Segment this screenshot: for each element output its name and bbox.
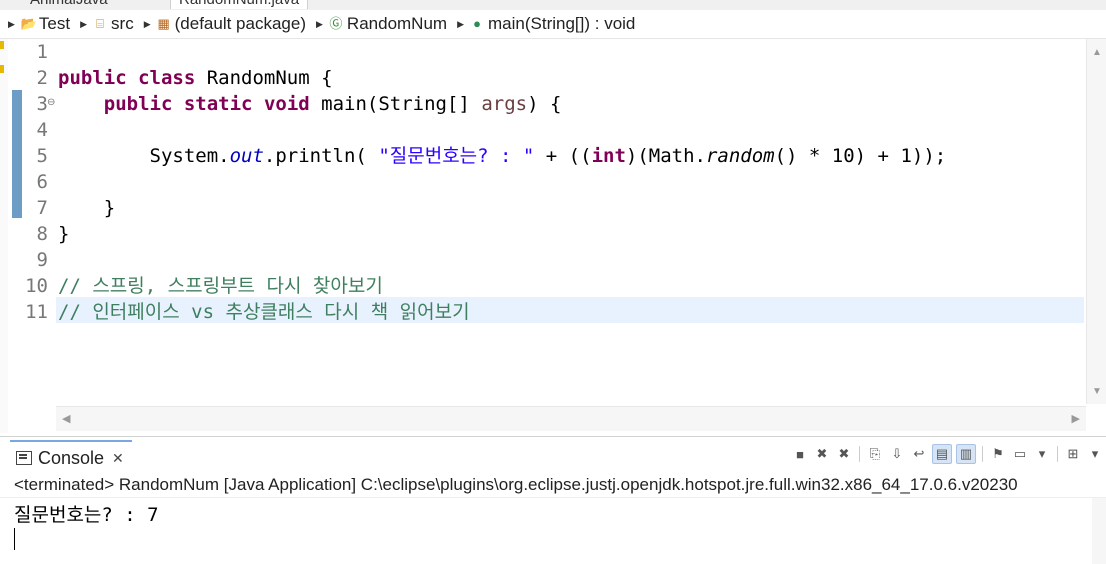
open-console-icon[interactable]: ⊞ <box>1064 445 1082 463</box>
display-console-icon[interactable]: ▭ <box>1011 445 1029 463</box>
code-line-10: // 스프링, 스프링부트 다시 찾아보기 <box>58 275 383 297</box>
breadcrumb-label: (default package) <box>174 14 306 33</box>
text-caret <box>14 528 15 550</box>
breadcrumb-label: src <box>111 14 134 33</box>
clear-console-icon[interactable]: ⎘ <box>866 445 884 463</box>
scroll-left-icon[interactable]: ◀ <box>62 412 70 425</box>
scroll-up-icon[interactable]: ▲ <box>1092 47 1102 58</box>
editor-tab-strip: AnimalJava RandomNum.java <box>0 0 1106 10</box>
console-tab-label: Console <box>38 447 105 468</box>
code-line-11: // 인터페이스 vs 추상클래스 다시 책 읽어보기 <box>58 301 470 323</box>
fold-collapse-icon[interactable]: ⊖ <box>47 97 55 108</box>
code-line-8: } <box>58 223 70 245</box>
view-menu-icon[interactable]: ▾ <box>1086 445 1104 463</box>
code-line-2: public class RandomNum { <box>58 67 333 89</box>
breadcrumb-item-package[interactable]: ▶ ▦ (default package) <box>140 14 306 34</box>
breadcrumb-label: Test <box>38 14 71 33</box>
source-folder-icon: ⌸ <box>96 16 104 31</box>
chevron-right-icon: ▶ <box>80 18 88 29</box>
code-line-7: } <box>103 197 116 219</box>
console-output[interactable]: 질문번호는? : 7 <box>0 498 1106 564</box>
console-vertical-scrollbar[interactable] <box>1092 498 1106 564</box>
close-icon[interactable]: ✕ <box>112 450 124 467</box>
pin-console-icon[interactable]: ⚑ <box>989 445 1007 463</box>
method-icon: ● <box>473 16 481 31</box>
project-icon: 📂 <box>20 16 38 31</box>
tab-console[interactable]: Console ✕ <box>10 440 132 474</box>
editor-vertical-scrollbar[interactable]: ▲ ▼ <box>1086 39 1106 404</box>
line-number: 6 <box>36 171 48 193</box>
line-number: 1 <box>36 41 48 63</box>
tab-animal-java[interactable]: AnimalJava <box>30 0 108 9</box>
breadcrumb: ▶ 📂 Test ▶ ⌸ src ▶ ▦ (default package) ▶… <box>0 10 1106 39</box>
chevron-right-icon: ▶ <box>8 18 15 29</box>
show-on-stdout-icon[interactable]: ▤ <box>932 444 952 464</box>
breadcrumb-label: RandomNum <box>346 14 448 33</box>
chevron-right-icon: ▶ <box>143 18 151 29</box>
breadcrumb-item-method[interactable]: ▶ ● main(String[]) : void <box>453 14 635 34</box>
console-process-label: <terminated> RandomNum [Java Application… <box>0 473 1106 498</box>
scroll-down-icon[interactable]: ▼ <box>1092 386 1102 397</box>
package-icon: ▦ <box>157 16 170 31</box>
remove-all-terminated-icon[interactable]: ✖ <box>835 445 853 463</box>
class-icon: Ⓖ <box>329 16 343 31</box>
chevron-right-icon: ▶ <box>457 18 464 29</box>
line-number: 7 <box>36 197 48 219</box>
line-number: 9 <box>36 249 48 271</box>
terminate-icon[interactable]: ■ <box>791 445 809 463</box>
line-number: 10 <box>25 275 48 297</box>
console-header: Console ✕ ■ ✖ ✖ ⎘ ⇩ ↩ ▤ ▥ ⚑ ▭ ▾ ⊞ ▾ <box>0 436 1106 474</box>
word-wrap-icon[interactable]: ↩ <box>910 445 928 463</box>
console-output-line: 질문번호는? : 7 <box>14 504 159 526</box>
breadcrumb-label: main(String[]) : void <box>488 14 636 33</box>
breadcrumb-item-project[interactable]: ▶ 📂 Test <box>4 14 70 34</box>
console-icon <box>16 451 32 465</box>
code-line-3: public static void main(String[] args) { <box>103 93 562 115</box>
line-number: 3 <box>36 93 48 115</box>
scroll-right-icon[interactable]: ▶ <box>1072 412 1080 425</box>
editor-horizontal-scrollbar[interactable]: ◀ ▶ <box>56 406 1086 431</box>
console-toolbar: ■ ✖ ✖ ⎘ ⇩ ↩ ▤ ▥ ⚑ ▭ ▾ ⊞ ▾ <box>789 442 1106 466</box>
code-editor[interactable]: 1 2 3 ⊖ 4 5 6 7 8 9 10 11 public class R… <box>0 39 1106 433</box>
show-on-stderr-icon[interactable]: ▥ <box>956 444 976 464</box>
line-number: 2 <box>36 67 48 89</box>
overview-ruler-left <box>0 39 8 433</box>
line-number: 5 <box>36 145 48 167</box>
line-number: 8 <box>36 223 48 245</box>
line-number: 11 <box>25 301 48 323</box>
chevron-right-icon: ▶ <box>316 18 323 29</box>
dropdown-chevron-icon[interactable]: ▾ <box>1033 445 1051 463</box>
code-line-5: System.out.println( "질문번호는? : " + ((int)… <box>149 145 947 167</box>
tab-randomnum-java[interactable]: RandomNum.java <box>170 0 309 9</box>
scroll-lock-icon[interactable]: ⇩ <box>888 445 906 463</box>
line-number: 4 <box>36 119 48 141</box>
breadcrumb-item-src[interactable]: ▶ ⌸ src <box>76 14 134 34</box>
remove-launch-icon[interactable]: ✖ <box>813 445 831 463</box>
breadcrumb-item-class[interactable]: ▶ Ⓖ RandomNum <box>312 14 447 34</box>
change-bar <box>12 90 22 218</box>
